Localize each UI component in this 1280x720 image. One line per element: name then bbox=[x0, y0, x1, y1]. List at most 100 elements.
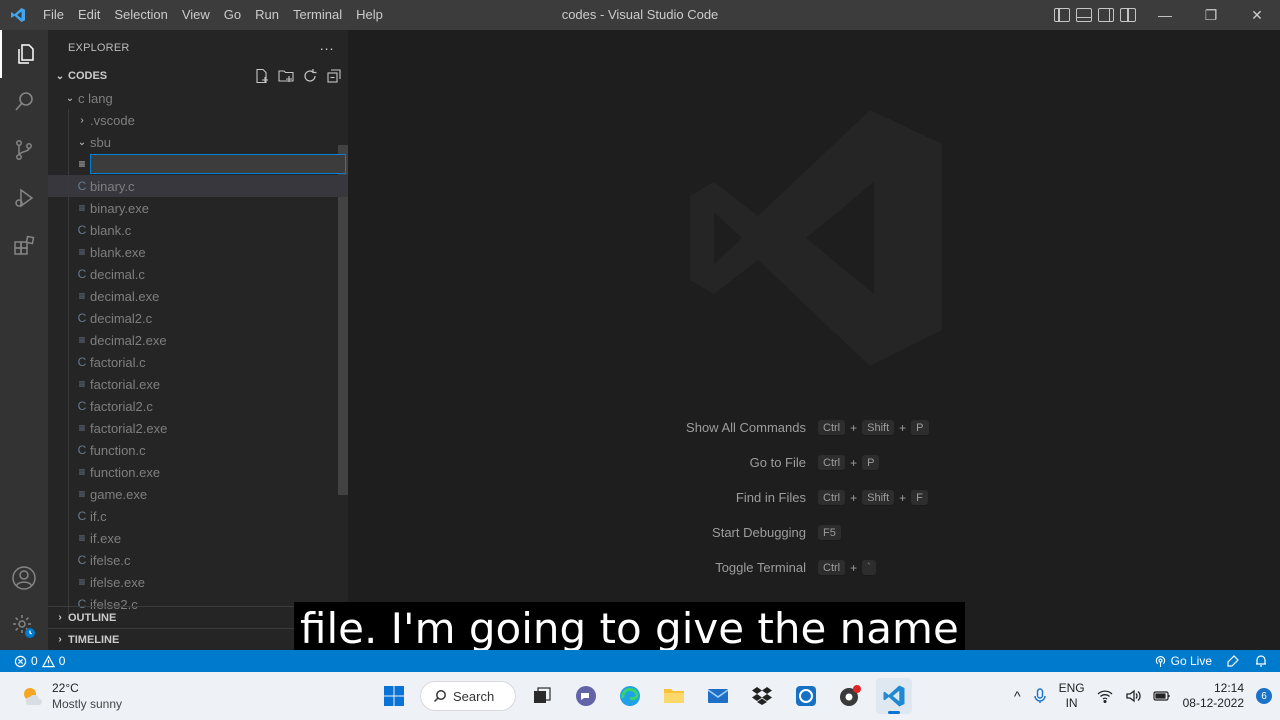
file-label: game.exe bbox=[90, 486, 148, 502]
edge-icon bbox=[620, 686, 640, 706]
file-item[interactable]: ≡ function.exe bbox=[48, 461, 348, 483]
menu-file[interactable]: File bbox=[36, 0, 71, 30]
vscode-taskbar-button[interactable] bbox=[876, 678, 912, 714]
dropbox-button[interactable] bbox=[744, 678, 780, 714]
minimize-button[interactable]: — bbox=[1142, 0, 1188, 30]
c-file-icon: C bbox=[77, 443, 87, 457]
source-control-icon[interactable] bbox=[0, 126, 48, 174]
task-view-button[interactable] bbox=[524, 678, 560, 714]
go-live-button[interactable]: Go Live bbox=[1154, 654, 1212, 668]
edge-browser-button[interactable] bbox=[612, 678, 648, 714]
menu-run[interactable]: Run bbox=[248, 0, 286, 30]
toggle-panel-icon[interactable] bbox=[1076, 8, 1092, 22]
file-item[interactable]: ≡ decimal2.exe bbox=[48, 329, 348, 351]
shortcut-label: Toggle Terminal bbox=[715, 560, 806, 575]
editor-area[interactable]: Show All Commands Ctrl + Shift + P Go to File C… bbox=[348, 30, 1280, 650]
menu-view[interactable]: View bbox=[175, 0, 217, 30]
new-folder-icon[interactable] bbox=[278, 68, 294, 84]
collapse-all-icon[interactable] bbox=[326, 68, 342, 84]
file-explorer-button[interactable] bbox=[656, 678, 692, 714]
file-item[interactable]: Cfunction.c bbox=[48, 439, 348, 461]
file-item[interactable]: Cif.c bbox=[48, 505, 348, 527]
file-item[interactable]: Cfactorial2.c bbox=[48, 395, 348, 417]
warning-icon bbox=[41, 654, 55, 667]
chrome-button[interactable] bbox=[832, 678, 868, 714]
file-item[interactable]: Cfactorial.c bbox=[48, 351, 348, 373]
wifi-icon[interactable] bbox=[1097, 689, 1113, 703]
battery-icon[interactable] bbox=[1153, 690, 1171, 702]
more-actions-icon[interactable]: ··· bbox=[319, 40, 334, 56]
file-label: factorial2.exe bbox=[90, 420, 168, 436]
clock[interactable]: 12:14 08-12-2022 bbox=[1183, 681, 1244, 711]
file-item[interactable]: ≡ game.exe bbox=[48, 483, 348, 505]
menu-selection[interactable]: Selection bbox=[107, 0, 174, 30]
new-file-name-input[interactable] bbox=[90, 154, 346, 174]
keybinding-key: P bbox=[911, 419, 929, 436]
search-label: Search bbox=[453, 688, 495, 704]
file-label: blank.c bbox=[90, 222, 132, 238]
chevron-right-icon: › bbox=[58, 634, 62, 645]
store-app-button[interactable] bbox=[788, 678, 824, 714]
menu-help[interactable]: Help bbox=[349, 0, 390, 30]
chevron-down-icon: ⌄ bbox=[55, 70, 65, 82]
volume-icon[interactable] bbox=[1125, 689, 1141, 703]
exe-file-icon: ≡ bbox=[78, 333, 86, 347]
start-button[interactable] bbox=[376, 678, 412, 714]
toggle-secondary-sidebar-icon[interactable] bbox=[1098, 8, 1114, 22]
folder-c-lang[interactable]: ⌄ c lang bbox=[48, 87, 348, 109]
refresh-icon[interactable] bbox=[302, 68, 318, 84]
notifications-bell-icon[interactable] bbox=[1254, 654, 1268, 668]
file-item[interactable]: ≡ ifelse.exe bbox=[48, 571, 348, 593]
file-item[interactable]: ≡ binary.exe bbox=[48, 197, 348, 219]
file-item[interactable]: ≡ factorial2.exe bbox=[48, 417, 348, 439]
file-label: binary.c bbox=[90, 178, 135, 194]
folder-sbu[interactable]: ⌄ sbu bbox=[48, 131, 348, 153]
teams-chat-button[interactable] bbox=[568, 678, 604, 714]
workspace-section-header[interactable]: ⌄ CODES bbox=[48, 65, 348, 87]
file-item[interactable]: ≡ if.exe bbox=[48, 527, 348, 549]
plus-sign: + bbox=[850, 490, 858, 505]
taskbar-search[interactable]: Search bbox=[420, 681, 516, 711]
microphone-icon[interactable] bbox=[1033, 688, 1047, 704]
new-file-icon[interactable] bbox=[254, 68, 270, 84]
keybinding-key: Shift bbox=[862, 419, 895, 436]
timeline-title: TIMELINE bbox=[68, 633, 120, 646]
c-file-icon: C bbox=[77, 355, 87, 369]
file-label: ifelse.exe bbox=[90, 574, 145, 590]
run-debug-icon[interactable] bbox=[0, 174, 48, 222]
menu-terminal[interactable]: Terminal bbox=[286, 0, 349, 30]
file-item[interactable]: Cbinary.c bbox=[48, 175, 348, 197]
search-icon[interactable] bbox=[0, 78, 48, 126]
manage-gear-icon[interactable] bbox=[0, 602, 48, 650]
problems-indicator[interactable]: 0 0 bbox=[0, 654, 65, 668]
accounts-icon[interactable] bbox=[0, 554, 48, 602]
customize-layout-icon[interactable] bbox=[1120, 8, 1136, 22]
plus-sign: + bbox=[850, 455, 858, 470]
toggle-primary-sidebar-icon[interactable] bbox=[1054, 8, 1070, 22]
file-item[interactable]: Cdecimal2.c bbox=[48, 307, 348, 329]
file-item[interactable]: Cifelse.c bbox=[48, 549, 348, 571]
file-item[interactable]: Cblank.c bbox=[48, 219, 348, 241]
weather-widget[interactable]: 22°C Mostly sunny bbox=[20, 680, 122, 712]
menu-edit[interactable]: Edit bbox=[71, 0, 107, 30]
explorer-icon[interactable] bbox=[0, 30, 48, 78]
file-item[interactable]: Cdecimal.c bbox=[48, 263, 348, 285]
restore-button[interactable]: ❐ bbox=[1188, 0, 1234, 30]
file-label: decimal.exe bbox=[90, 288, 160, 304]
language-indicator[interactable]: ENG IN bbox=[1059, 681, 1085, 711]
c-file-icon: C bbox=[77, 553, 87, 567]
menu-go[interactable]: Go bbox=[217, 0, 248, 30]
shortcut-row: Show All Commands Ctrl + Shift + P bbox=[648, 410, 929, 445]
feedback-icon[interactable] bbox=[1226, 654, 1240, 668]
file-item[interactable]: ≡ factorial.exe bbox=[48, 373, 348, 395]
file-item[interactable]: ≡ decimal.exe bbox=[48, 285, 348, 307]
extensions-icon[interactable] bbox=[0, 222, 48, 270]
file-item[interactable]: ≡ blank.exe bbox=[48, 241, 348, 263]
error-count: 0 bbox=[31, 654, 38, 668]
mail-button[interactable] bbox=[700, 678, 736, 714]
show-hidden-icons-chevron-icon[interactable]: ^ bbox=[1014, 688, 1021, 704]
new-file-row[interactable]: ≡ bbox=[48, 153, 348, 175]
folder-vscode[interactable]: › .vscode bbox=[48, 109, 348, 131]
close-button[interactable]: ✕ bbox=[1234, 0, 1280, 30]
notification-badge[interactable]: 6 bbox=[1256, 688, 1272, 704]
